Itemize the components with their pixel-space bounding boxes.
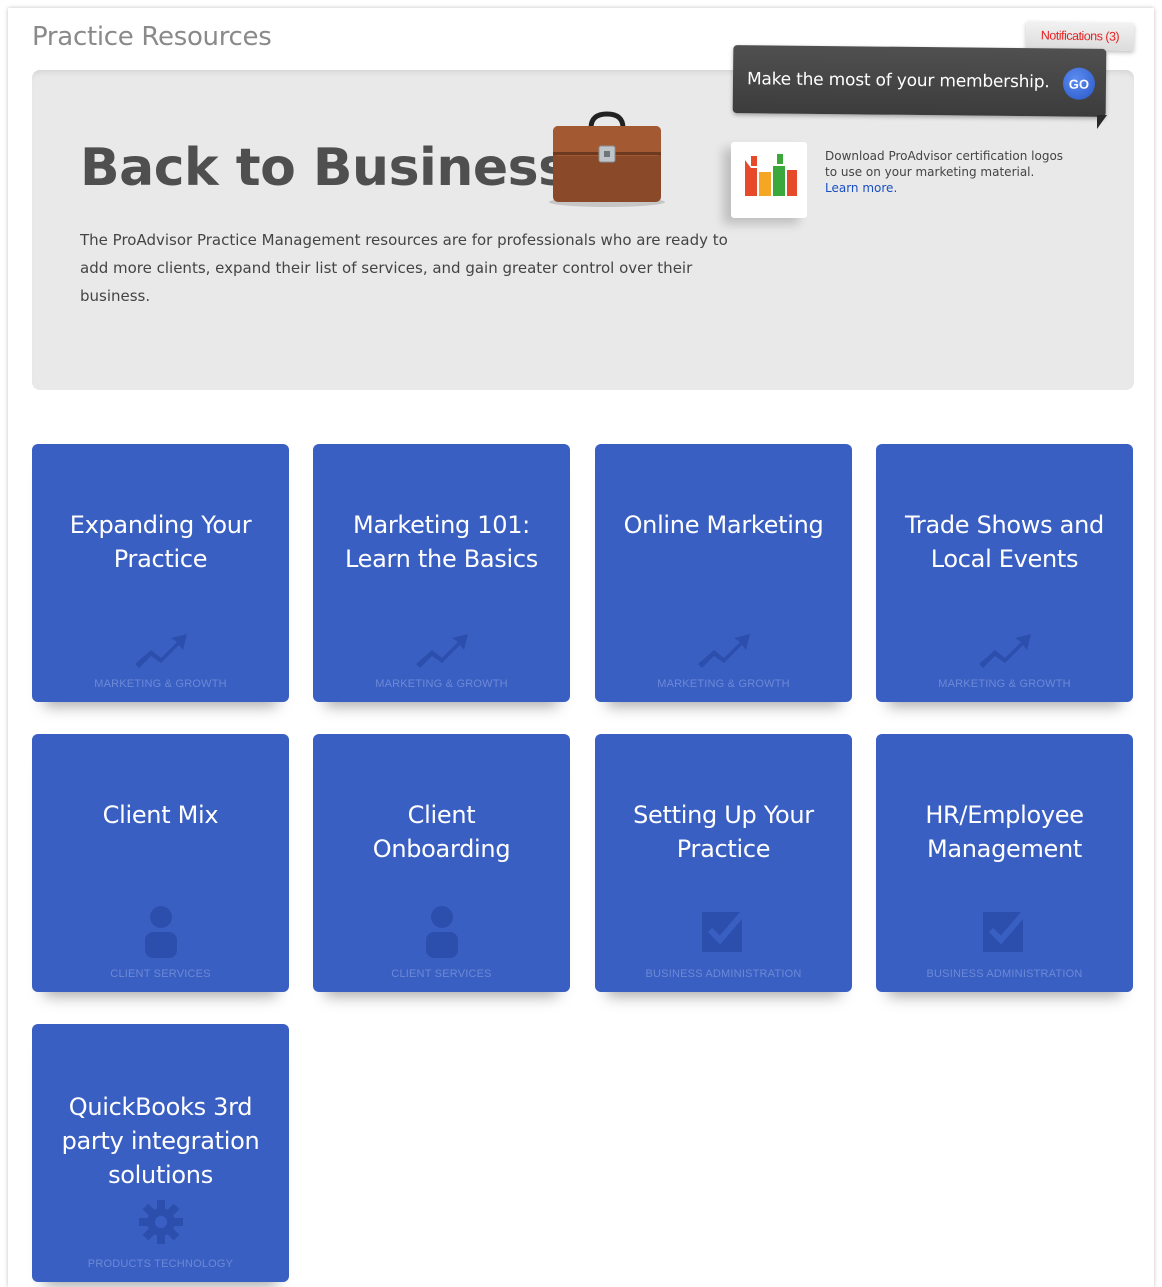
tile-title-line: HR/Employee xyxy=(925,801,1084,829)
tile-title-line: Expanding Your xyxy=(69,511,252,539)
hero-description: The ProAdvisor Practice Management resou… xyxy=(80,231,728,305)
tile-title-line: Marketing 101: xyxy=(353,511,530,539)
tile-category: CLIENT SERVICES xyxy=(391,968,492,980)
resource-tile[interactable]: Client Onboarding CLIENT SERVICES xyxy=(313,734,570,992)
tile-title-line: Practice xyxy=(113,545,208,573)
briefcase-icon xyxy=(549,111,665,207)
tile-title-line: Client xyxy=(407,801,476,829)
tile-title-line: QuickBooks 3rd xyxy=(68,1093,253,1121)
certification-text: Download ProAdvisor certification logos … xyxy=(825,148,1065,196)
resource-tile[interactable]: Marketing 101: Learn the Basics MARKETING … xyxy=(313,444,570,702)
resource-tile[interactable]: Client Mix CLIENT SERVICES xyxy=(32,734,289,992)
tile-title: Client Mix xyxy=(42,798,279,832)
growth-arrow-icon xyxy=(32,630,289,674)
checkbox-icon xyxy=(876,910,1133,964)
tile-title: Marketing 101: Learn the Basics xyxy=(323,508,560,576)
tile-category: MARKETING & GROWTH xyxy=(94,678,227,690)
resource-tile[interactable]: Setting Up Your Practice BUSINESS ADMINIST… xyxy=(595,734,852,992)
resource-tile[interactable]: QuickBooks 3rd party integration solutions… xyxy=(32,1024,289,1282)
learn-more-link[interactable]: Learn more. xyxy=(825,181,897,195)
go-button[interactable]: GO xyxy=(1062,67,1096,100)
tile-title: Trade Shows and Local Events xyxy=(886,508,1123,576)
tile-title-line: Management xyxy=(926,835,1083,863)
tile-title-line: solutions xyxy=(108,1161,213,1189)
person-icon xyxy=(32,906,289,964)
tile-category: CLIENT SERVICES xyxy=(110,968,211,980)
growth-arrow-icon xyxy=(313,630,570,674)
tile-title: HR/Employee Management xyxy=(886,798,1123,866)
tile-title-line: party integration xyxy=(61,1127,260,1155)
gear-icon xyxy=(32,1200,289,1254)
tile-title-line: Client Mix xyxy=(102,801,219,829)
tile-title-line: Learn the Basics xyxy=(345,545,538,573)
tile-title: Client Onboarding xyxy=(323,798,560,866)
page-title: Practice Resources xyxy=(32,22,272,52)
resource-tile[interactable]: Expanding Your Practice MARKETING & GROWTH xyxy=(32,444,289,702)
resource-tile[interactable]: Trade Shows and Local Events MARKETING & G… xyxy=(876,444,1133,702)
resource-tile[interactable]: Online Marketing MARKETING & GROWTH xyxy=(595,444,852,702)
notifications-tab[interactable]: Notifications (3) xyxy=(1025,21,1135,51)
tile-category: BUSINESS ADMINISTRATION xyxy=(926,968,1083,980)
tile-category: PRODUCTS TECHNOLOGY xyxy=(87,1258,234,1270)
tile-title: Online Marketing xyxy=(605,508,842,542)
tile-category: MARKETING & GROWTH xyxy=(375,678,508,690)
hero-banner: Back to Business The ProAdvisor Practice… xyxy=(32,70,1134,390)
tile-title: QuickBooks 3rd party integration solutions xyxy=(42,1090,279,1192)
membership-banner[interactable]: Make the most of your membership. GO xyxy=(732,45,1107,117)
growth-arrow-icon xyxy=(595,630,852,674)
tile-category: MARKETING & GROWTH xyxy=(938,678,1071,690)
tile-title: Setting Up Your Practice xyxy=(605,798,842,866)
growth-arrow-icon xyxy=(876,630,1133,674)
certification-logo-thumbnail[interactable] xyxy=(731,142,807,218)
tile-title-line: Trade Shows and xyxy=(905,511,1104,539)
membership-text: Make the most of your membership. xyxy=(746,69,1050,93)
tile-title-line: Practice xyxy=(676,835,771,863)
tile-title-line: Online Marketing xyxy=(623,511,824,539)
banner-fold xyxy=(1097,115,1107,129)
tile-category: MARKETING & GROWTH xyxy=(657,678,790,690)
tile-title-line: Local Events xyxy=(930,545,1079,573)
person-icon xyxy=(313,906,570,964)
certification-logos-icon xyxy=(745,154,797,196)
resource-tile[interactable]: HR/Employee Management BUSINESS ADMINISTRA… xyxy=(876,734,1133,992)
tile-title-line: Setting Up Your xyxy=(633,801,814,829)
tile-category: BUSINESS ADMINISTRATION xyxy=(645,968,802,980)
checkbox-icon xyxy=(595,910,852,964)
tile-title: Expanding Your Practice xyxy=(42,508,279,576)
certification-description: Download ProAdvisor certification logos … xyxy=(825,149,1064,179)
tile-title-line: Onboarding xyxy=(372,835,511,863)
hero-title: Back to Business xyxy=(80,138,569,198)
